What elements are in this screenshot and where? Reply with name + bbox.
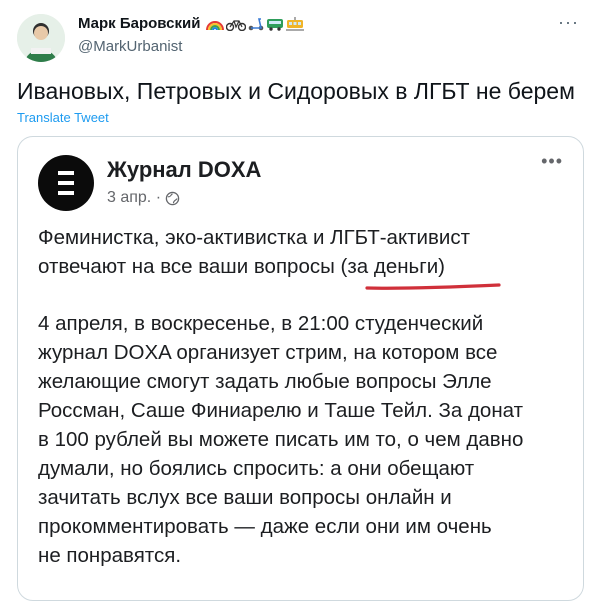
author-name[interactable]: Марк Баровский: [78, 15, 305, 32]
post-line: 4 апреля, в воскресенье, в 21:00 студенч…: [38, 312, 484, 335]
post-date: 3 апр. ·: [107, 189, 180, 207]
post-line: желающие смогут задать любые вопросы Элл…: [38, 370, 492, 393]
post-line: прокомментировать — даже если они им оче…: [38, 515, 492, 538]
tweet: Марк Баровский @MarkUrbanist ··· Ивановы…: [0, 0, 597, 603]
post-body: 4 апреля, в воскресенье, в 21:00 студенч…: [38, 309, 523, 570]
scooter-emoji: [249, 17, 264, 30]
translate-tweet-link[interactable]: Translate Tweet: [17, 110, 109, 125]
post-line: в 100 рублей вы можете писать им то, о ч…: [38, 428, 524, 451]
post-more-icon: •••: [541, 151, 563, 171]
avatar-image: [17, 14, 65, 62]
doxa-logo: [38, 155, 94, 211]
post-source-name: Журнал DOXA: [107, 157, 262, 182]
avatar[interactable]: [17, 14, 65, 62]
post-line: отвечают на все ваши вопросы (за деньги): [38, 255, 445, 278]
post-date-text: 3 апр. ·: [107, 189, 162, 206]
author-name-text: Марк Баровский: [78, 15, 201, 32]
red-underline-mark: [365, 283, 501, 290]
post-line: зачитать вслух все ваши вопросы онлайн и: [38, 486, 452, 509]
post-line: журнал DOXA организует стрим, на котором…: [38, 341, 498, 364]
tram-emoji: [286, 16, 305, 30]
post-line: не понравятся.: [38, 544, 182, 567]
bus-emoji: [267, 18, 284, 31]
post-line: думали, но боялись спросить: а они обеща…: [38, 457, 475, 480]
tweet-text: Ивановых, Петровых и Сидоровых в ЛГБТ не…: [17, 78, 575, 104]
post-line: Россман, Саше Финиарелю и Таше Тейл. За …: [38, 399, 523, 422]
globe-icon: [165, 191, 180, 205]
author-handle[interactable]: @MarkUrbanist: [78, 38, 182, 55]
more-options-icon[interactable]: ···: [558, 12, 579, 33]
name-emojis: [206, 16, 305, 31]
embedded-post-image[interactable]: Журнал DOXA 3 апр. · ••• Феминистка, эко…: [17, 136, 584, 601]
bicycle-emoji: [226, 19, 247, 31]
rainbow-emoji: [206, 20, 225, 30]
post-headline: Феминистка, эко-активистка и ЛГБТ-активи…: [38, 223, 470, 281]
post-line: Феминистка, эко-активистка и ЛГБТ-активи…: [38, 226, 470, 249]
